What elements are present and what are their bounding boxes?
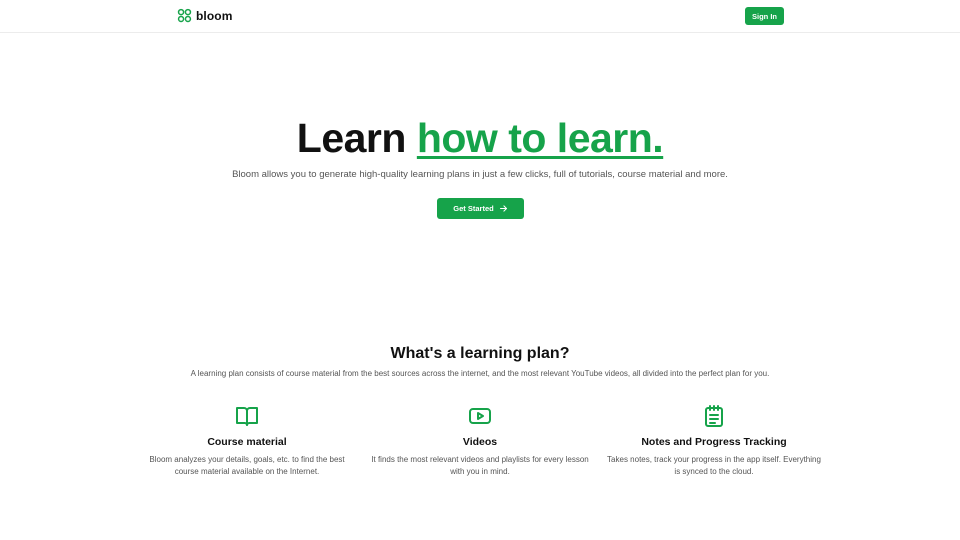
get-started-label: Get Started [453, 204, 494, 213]
book-open-icon [236, 407, 258, 426]
hero-title: Learn how to learn. [0, 113, 960, 163]
sign-in-button[interactable]: Sign In [745, 7, 784, 25]
feature-notes-tracking: Notes and Progress Tracking Takes notes,… [604, 404, 824, 478]
hero-title-accent: how to learn. [416, 115, 664, 161]
feature-description: It finds the most relevant videos and pl… [371, 455, 589, 476]
feature-videos: Videos It finds the most relevant videos… [370, 404, 590, 478]
feature-description: Takes notes, track your progress in the … [607, 455, 821, 476]
get-started-button[interactable]: Get Started [437, 198, 524, 219]
learning-plan-heading: What's a learning plan? [390, 345, 570, 362]
feature-course-material: Course material Bloom analyzes your deta… [137, 404, 357, 478]
hero-subtitle: Bloom allows you to generate high-qualit… [232, 169, 728, 180]
feature-description: Bloom analyzes your details, goals, etc.… [149, 455, 345, 476]
notepad-icon [705, 405, 723, 427]
feature-title: Course material [207, 436, 287, 448]
feature-title: Notes and Progress Tracking [641, 436, 787, 448]
brand-name: bloom [196, 8, 233, 23]
video-play-icon [469, 408, 491, 424]
hero-title-plain: Learn [296, 115, 407, 161]
top-navbar: bloom Sign In [0, 0, 960, 33]
brand-logo-link[interactable]: bloom [177, 8, 233, 23]
learning-plan-subtitle: A learning plan consists of course mater… [190, 369, 770, 378]
clover-logo-icon [177, 8, 192, 23]
feature-title: Videos [462, 436, 498, 448]
arrow-right-icon [499, 205, 507, 212]
